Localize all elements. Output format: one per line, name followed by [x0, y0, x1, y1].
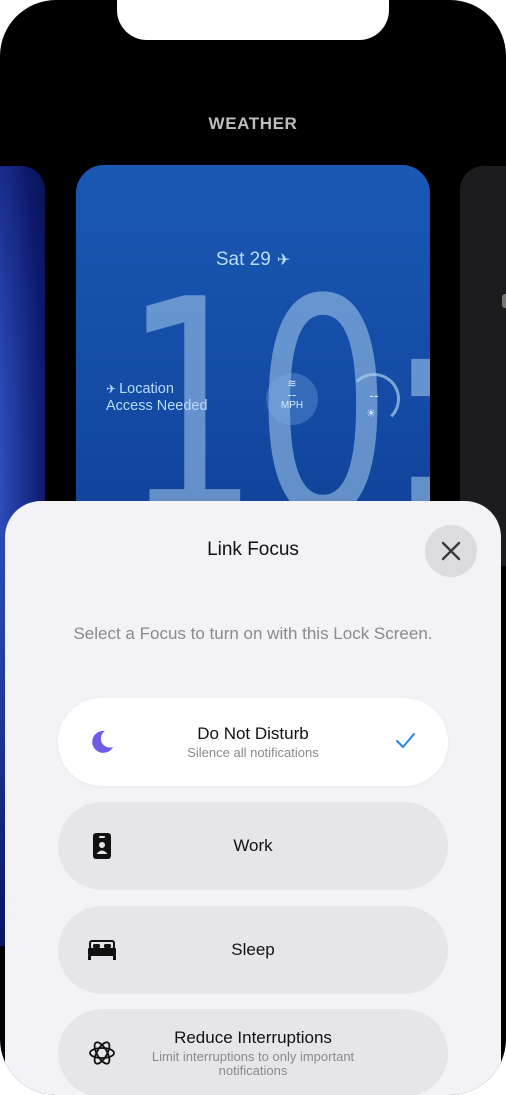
atom-icon	[86, 1037, 118, 1069]
focus-option-title: Reduce Interruptions	[174, 1028, 332, 1047]
link-focus-sheet: Link Focus Select a Focus to turn on wit…	[5, 501, 501, 1095]
sheet-subtitle: Select a Focus to turn on with this Lock…	[73, 624, 433, 643]
focus-option-sleep[interactable]: Sleep	[58, 906, 448, 994]
focus-option-work[interactable]: Work	[58, 802, 448, 890]
ring-gauge-value: --	[369, 387, 379, 403]
device-frame: WEATHER Sat 29✈ 10:00 ✈Location Access N…	[0, 0, 506, 1095]
id-badge-icon	[86, 830, 118, 862]
location-widget: ✈ Location Access Needed	[106, 381, 208, 414]
checkmark-icon	[394, 730, 416, 757]
sun-icon: ☀	[366, 408, 376, 420]
moon-icon	[86, 726, 118, 758]
focus-option-subtitle: Silence all notifications	[187, 745, 319, 760]
notch	[117, 0, 389, 40]
airplane-icon: ✈	[106, 382, 117, 396]
focus-option-title: Do Not Disturb	[197, 724, 309, 743]
close-icon	[441, 541, 461, 561]
focus-option-title: Work	[233, 836, 273, 855]
wallpaper-category-label: WEATHER	[208, 114, 298, 133]
focus-option-reduce-interruptions[interactable]: Reduce Interruptions Limit interruptions…	[58, 1009, 448, 1095]
focus-option-subtitle: Limit interruptions to only important no…	[151, 1049, 355, 1078]
close-button[interactable]	[425, 525, 477, 577]
focus-option-do-not-disturb[interactable]: Do Not Disturb Silence all notifications	[58, 698, 448, 786]
bed-icon	[86, 934, 118, 966]
wind-widget: ≋ -- MPH	[266, 373, 318, 425]
focus-option-title: Sleep	[231, 940, 275, 959]
